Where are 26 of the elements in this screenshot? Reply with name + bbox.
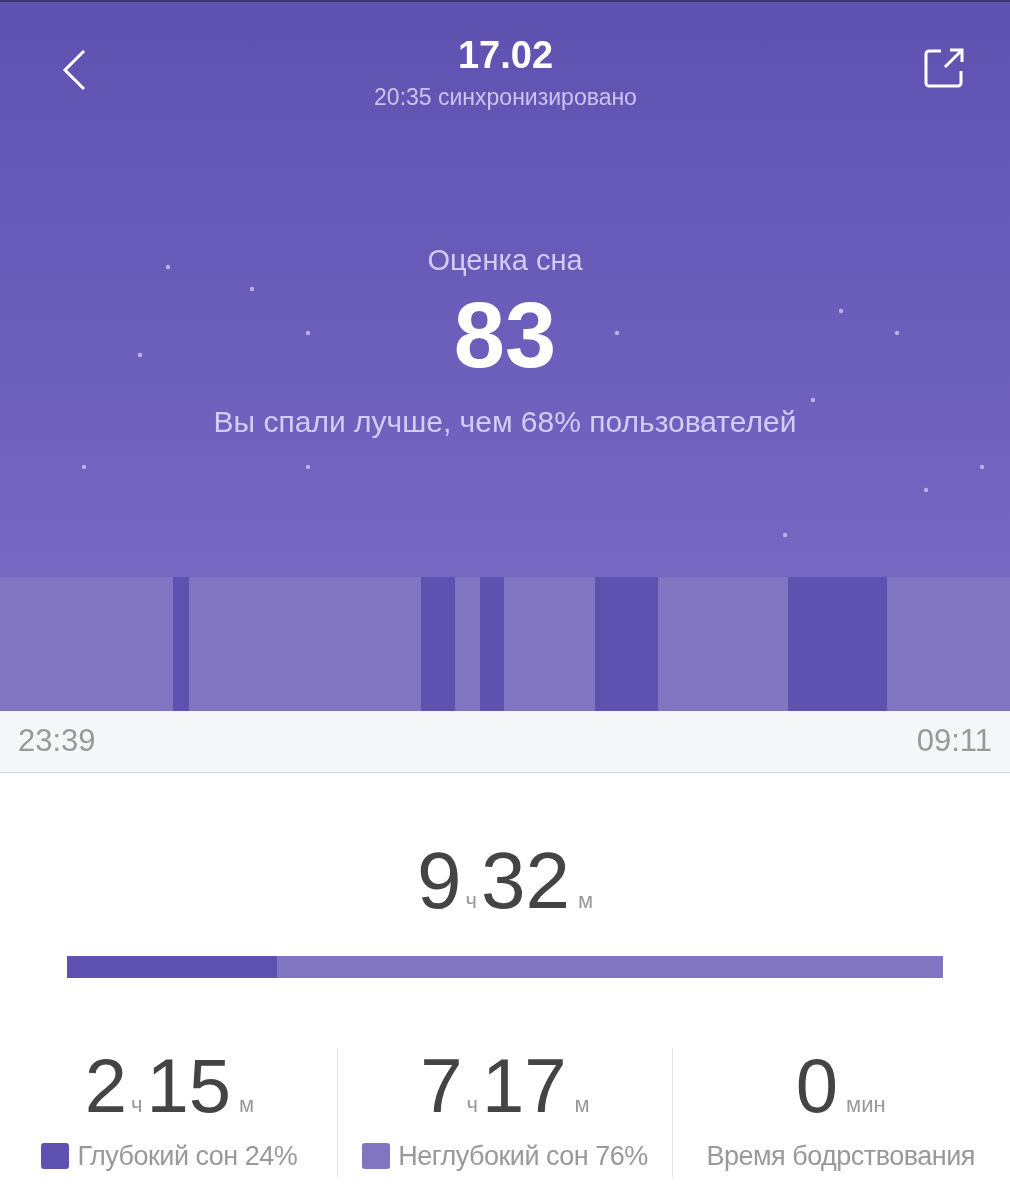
- end-time: 09:11: [916, 722, 992, 761]
- hours-unit: ч: [130, 1091, 143, 1119]
- sync-status: 20:35 синхронизировано: [374, 82, 637, 112]
- hours-value: 2: [84, 1048, 127, 1124]
- stat-label: Неглубокий сон 76%: [398, 1140, 648, 1173]
- total-minutes: 32: [480, 841, 570, 921]
- minutes-value: 17: [482, 1048, 567, 1124]
- minutes-unit: м: [238, 1091, 255, 1119]
- minutes-value: 15: [146, 1048, 231, 1124]
- hours-value: 7: [420, 1048, 463, 1124]
- minutes-unit: м: [577, 887, 594, 915]
- sleep-score: 83: [453, 288, 557, 381]
- stat-label: Глубокий сон 24%: [77, 1140, 298, 1173]
- comparison-text: Вы спали лучше, чем 68% пользователей: [213, 403, 797, 440]
- hours-unit: ч: [465, 887, 477, 915]
- minutes-value: 0: [795, 1048, 839, 1124]
- score-label: Оценка сна: [427, 243, 583, 278]
- back-icon[interactable]: [60, 48, 88, 92]
- total-hours: 9: [416, 841, 462, 921]
- minutes-unit: м: [574, 1091, 590, 1119]
- minutes-unit: мин: [846, 1091, 886, 1119]
- date-title: 17.02: [457, 33, 554, 78]
- hours-unit: ч: [466, 1091, 479, 1119]
- stat-label: Время бодрствования: [706, 1140, 975, 1173]
- share-icon[interactable]: [923, 47, 965, 89]
- start-time: 23:39: [18, 722, 96, 761]
